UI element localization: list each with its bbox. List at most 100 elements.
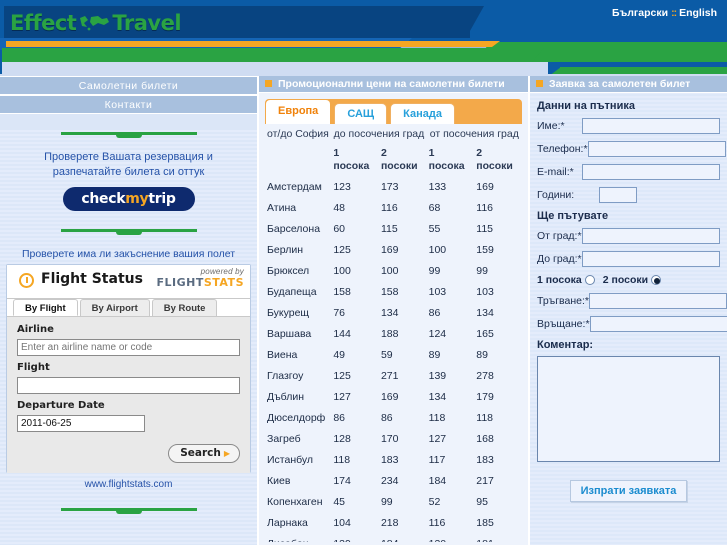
row-city: Берлин [267,244,304,256]
age-input[interactable] [599,187,637,203]
comment-textarea[interactable] [537,356,720,462]
row-price-1: 59 [380,349,393,361]
row-price-0: 104 [333,517,351,529]
row-price-0: 45 [333,496,345,508]
row-price-2: 99 [428,265,441,277]
row-price-2: 100 [428,244,447,256]
tab-canada[interactable]: Канада [390,103,455,124]
table-row: Лисабон139184130181 [265,534,522,542]
lang-english-link[interactable]: English [679,7,717,19]
flight-input[interactable] [17,377,240,394]
row-price-0: 158 [333,286,351,298]
row-price-2: 89 [428,349,441,361]
oneway-radio[interactable] [584,275,595,285]
row-price-3: 278 [476,370,494,382]
row-price-3: 134 [476,307,494,319]
row-price-2: 134 [428,391,447,403]
table-row: Истанбул 118 183 117 183 [265,450,522,471]
row-price-3: 168 [476,433,494,445]
promo-prices-title: Промоционални цени на самолетни билети [278,78,505,90]
name-input[interactable] [582,118,720,134]
promo-prices-panel-header: Промоционални цени на самолетни билети [259,76,528,93]
table-row: Букурещ 76 134 86 134 [265,303,522,324]
row-price-3: 159 [476,244,494,256]
row-price-2: 103 [428,286,447,298]
to-city-label: До град:* [537,253,582,265]
table-row: Варшава 144 188 124 165 [265,324,522,345]
phone-input[interactable] [587,141,726,157]
row-price-1: 100 [380,265,399,277]
row-price-1: 234 [380,475,399,487]
tab-europe[interactable]: Европа [265,99,332,124]
row-price-0: 86 [333,412,345,424]
checkmytrip-logo[interactable]: checkmytrip [62,187,195,211]
table-row: Амстердам 123 173 133 169 [265,177,522,198]
site-logo[interactable]: Effect Travel [10,11,182,35]
flightstats-search-button[interactable]: Search ▶ [168,444,240,463]
row-price-2: 117 [428,454,446,466]
header-spacer [265,145,331,177]
sidebar-item-contacts[interactable]: Контакти [0,95,257,114]
table-header-top: от/до София до посочения град от посочен… [265,124,522,145]
email-input[interactable] [582,164,720,180]
header-oneway-from: 1 посока [428,147,465,172]
fs-tab-by-airport[interactable]: By Airport [79,299,150,316]
sidebar-body: Проверете Вашата резервация и разпечатай… [0,130,257,545]
departure-label: Тръгване:* [537,295,589,307]
powered-by-label: powered by [200,267,244,276]
airline-input[interactable] [17,339,240,356]
row-price-3: 103 [476,286,494,298]
row-price-1: 184 [379,534,427,542]
row-price-1: 169 [380,391,399,403]
row-price-3: 118 [476,412,494,424]
table-row: Виена 49 59 89 89 [265,345,522,366]
row-city: Атина [267,202,297,214]
submit-request-button[interactable]: Изпрати заявката [569,480,688,502]
row-price-0: 76 [333,307,345,319]
tab-usa[interactable]: САЩ [334,103,388,124]
row-city: Загреб [267,433,301,445]
lang-bulgarian-link[interactable]: Български [612,7,668,19]
header-roundtrip-from: 2 посоки [476,147,513,172]
departure-date-input[interactable] [17,415,145,432]
sidebar-item-flight-tickets[interactable]: Самолетни билети [0,76,257,95]
row-price-0: 127 [333,391,351,403]
row-price-0: 118 [333,454,351,466]
row-price-2: 124 [428,328,447,340]
flightstats-website-link[interactable]: www.flightstats.com [0,479,257,490]
table-row: Будапеща 158 158 103 103 [265,282,522,303]
departure-input[interactable] [589,293,727,309]
roundtrip-radio[interactable] [651,275,662,285]
row-city: Копенхаген [267,496,323,508]
row-price-2: 116 [428,517,446,529]
table-row: Берлин 125 169 100 159 [265,240,522,261]
price-table-container: от/до София до посочения град от посочен… [259,124,528,542]
row-price-3: 183 [476,454,494,466]
table-header-sub: 1 посока 2 посоки 1 посока 2 посоки [265,145,522,177]
brand-stats-text: STATS [203,276,244,289]
row-price-2: 52 [428,496,441,508]
table-row: Киев 174 234 184 217 [265,471,522,492]
from-city-input[interactable] [582,228,720,244]
row-price-0: 48 [333,202,345,214]
row-price-1: 169 [380,244,399,256]
return-input[interactable] [589,316,727,332]
row-price-2: 139 [428,370,447,382]
travel-section-title: Ще пътувате [537,210,609,222]
cmt-check-text: check [81,191,126,207]
fs-tab-by-flight[interactable]: By Flight [13,299,78,316]
row-price-0: 60 [333,223,345,235]
row-price-3: 217 [476,475,494,487]
brand-flight-text: FLIGHT [156,276,204,289]
table-row: Атина 48 116 68 116 [265,198,522,219]
row-city: Барселона [267,223,321,235]
region-tabs: Европа САЩ Канада [259,93,528,124]
to-city-input[interactable] [582,251,720,267]
fs-tab-by-route[interactable]: By Route [151,299,218,316]
row-price-1: 183 [380,454,399,466]
row-price-0: 144 [333,328,351,340]
language-switcher: Български:: English [612,7,717,19]
promo-line-2: разпечатайте билета си оттук [52,166,205,178]
row-price-2: 55 [428,223,441,235]
flightstats-header: Flight Status powered by FLIGHTSTATS [7,265,250,299]
